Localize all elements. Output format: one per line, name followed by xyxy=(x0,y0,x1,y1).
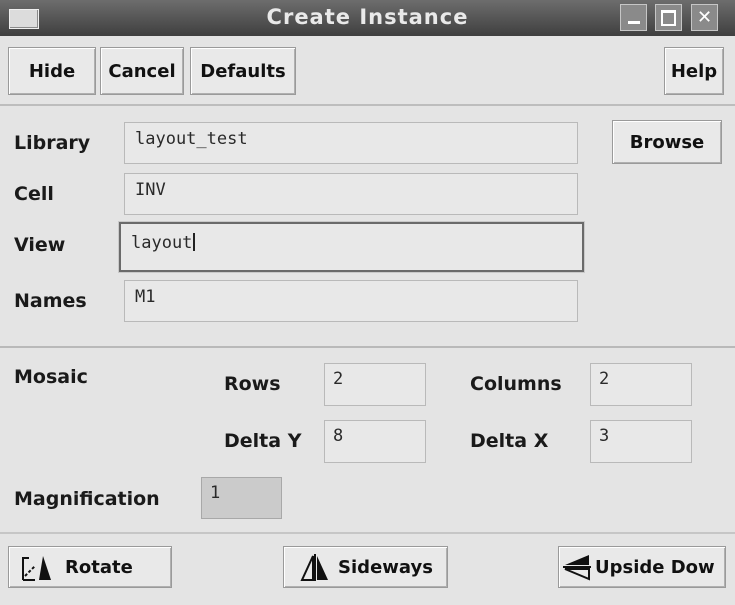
mirror-sideways-icon xyxy=(298,552,332,582)
section-divider xyxy=(0,346,735,348)
columns-label: Columns xyxy=(470,373,562,395)
cell-label: Cell xyxy=(14,183,54,205)
names-label: Names xyxy=(14,290,87,312)
view-value: layout xyxy=(131,233,193,253)
text-cursor xyxy=(193,233,196,251)
bottom-divider xyxy=(0,532,735,534)
columns-value: 2 xyxy=(599,369,610,389)
names-field[interactable]: M1 xyxy=(124,280,578,322)
library-value: layout_test xyxy=(135,129,248,149)
cancel-button[interactable]: Cancel xyxy=(100,47,184,95)
rows-label: Rows xyxy=(224,373,281,395)
cell-value: INV xyxy=(135,180,166,200)
delta-x-field[interactable]: 3 xyxy=(590,420,692,463)
help-button[interactable]: Help xyxy=(664,47,724,95)
magnification-label: Magnification xyxy=(14,488,160,510)
sideways-label: Sideways xyxy=(338,556,433,578)
rotate-label: Rotate xyxy=(65,556,133,578)
delta-y-value: 8 xyxy=(333,426,344,446)
hide-button[interactable]: Hide xyxy=(8,47,96,95)
library-field[interactable]: layout_test xyxy=(124,122,578,164)
columns-field[interactable]: 2 xyxy=(590,363,692,406)
sideways-button[interactable]: Sideways xyxy=(283,546,448,588)
title-bar: Create Instance ✕ xyxy=(0,0,735,36)
delta-x-label: Delta X xyxy=(470,430,549,452)
mosaic-label: Mosaic xyxy=(14,366,88,388)
rotate-icon xyxy=(21,552,59,582)
rows-field[interactable]: 2 xyxy=(324,363,426,406)
close-button[interactable]: ✕ xyxy=(691,4,718,31)
rows-value: 2 xyxy=(333,369,344,389)
delta-y-label: Delta Y xyxy=(224,430,302,452)
minimize-icon xyxy=(627,21,640,24)
create-instance-dialog: Create Instance ✕ Hide Cancel Defaults H… xyxy=(0,0,735,605)
rotate-button[interactable]: Rotate xyxy=(8,546,172,588)
upside-down-button[interactable]: Upside Dow xyxy=(558,546,726,588)
minimize-button[interactable] xyxy=(620,4,647,31)
cell-field[interactable]: INV xyxy=(124,173,578,215)
upside-down-label: Upside Dow xyxy=(595,556,715,578)
defaults-button[interactable]: Defaults xyxy=(190,47,296,95)
browse-button[interactable]: Browse xyxy=(612,120,722,164)
maximize-button[interactable] xyxy=(655,4,682,31)
toolbar-divider xyxy=(0,104,735,106)
magnification-field[interactable]: 1 xyxy=(201,477,282,519)
view-field[interactable]: layout xyxy=(119,222,584,272)
flip-upside-down-icon xyxy=(561,552,593,582)
delta-x-value: 3 xyxy=(599,426,610,446)
delta-y-field[interactable]: 8 xyxy=(324,420,426,463)
close-icon: ✕ xyxy=(696,7,713,28)
names-value: M1 xyxy=(135,287,156,307)
magnification-value: 1 xyxy=(210,483,221,503)
view-label: View xyxy=(14,234,66,256)
library-label: Library xyxy=(14,132,91,154)
maximize-icon xyxy=(661,9,676,26)
